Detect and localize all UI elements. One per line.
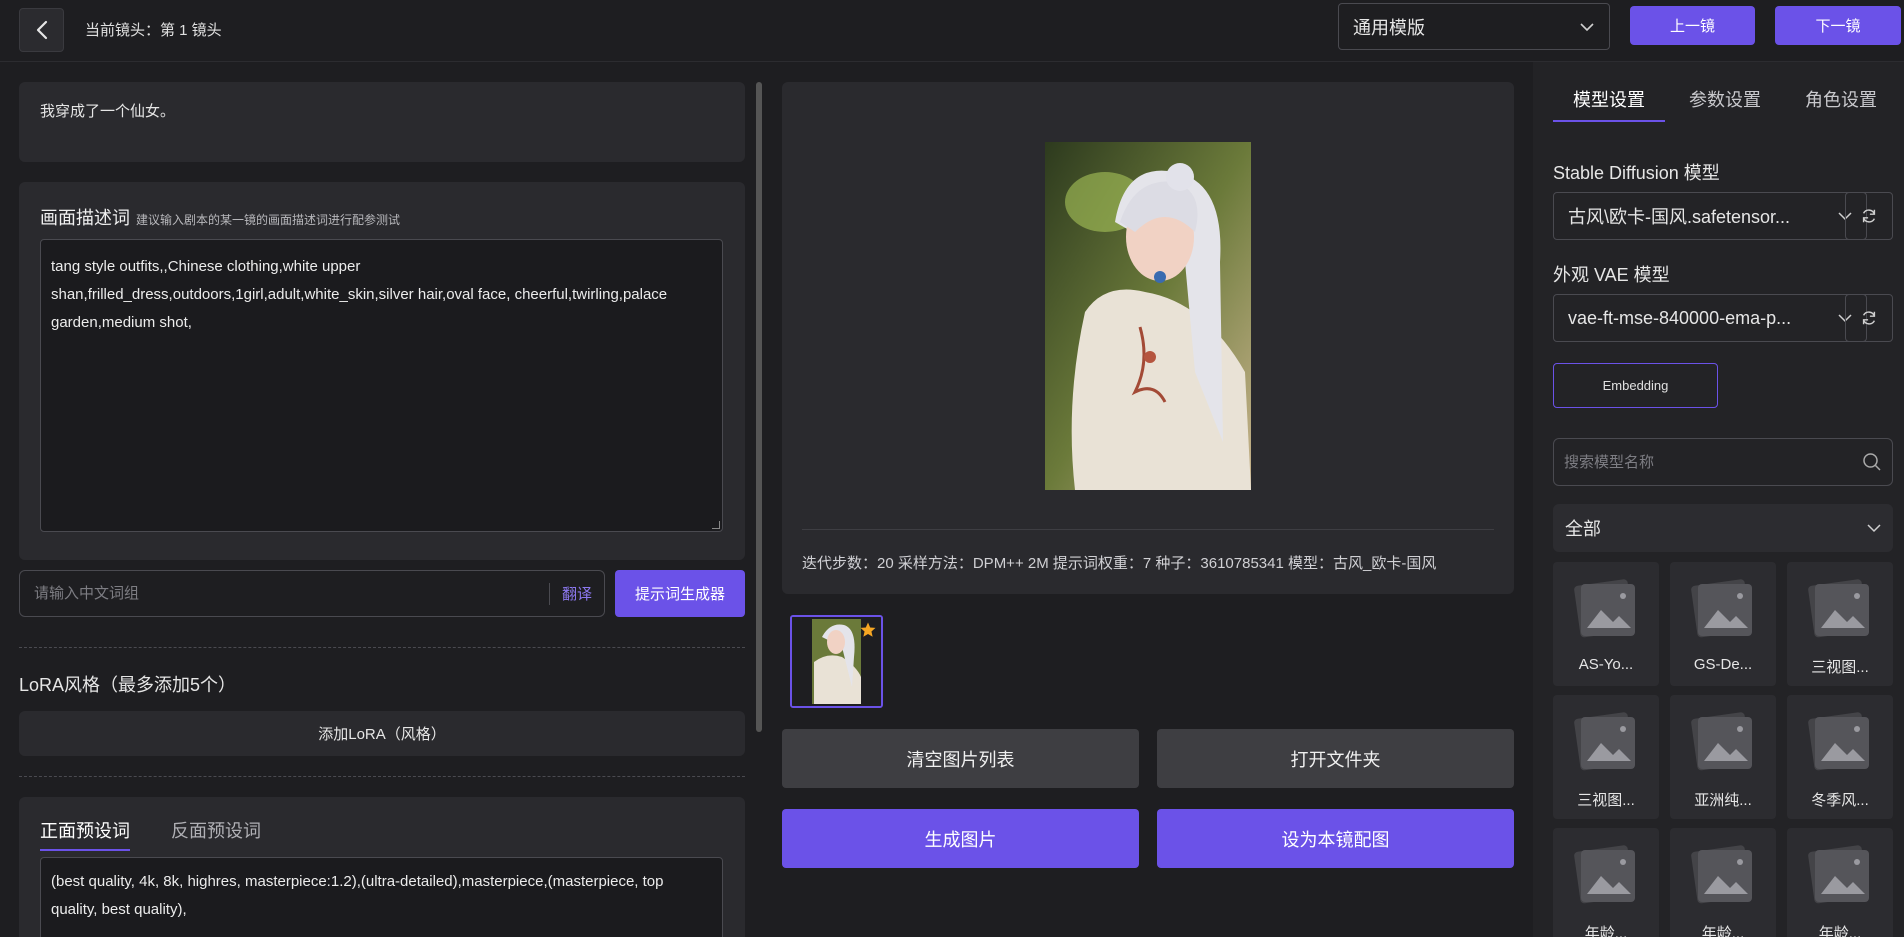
desc-hint: 建议输入剧本的某一镜的画面描述词进行配参测试 xyxy=(136,213,401,227)
prompt-generator-button[interactable]: 提示词生成器 xyxy=(615,570,745,617)
preview-card: 迭代步数：20 采样方法：DPM++ 2M 提示词权重：7 种子：3610785… xyxy=(782,82,1514,594)
model-name: 冬季风... xyxy=(1811,792,1869,809)
scene-description-textarea[interactable]: tang style outfits,,Chinese clothing,whi… xyxy=(40,239,723,532)
add-lora-button[interactable]: 添加LoRA（风格） xyxy=(19,711,745,756)
model-card[interactable]: 年龄... xyxy=(1787,828,1893,937)
model-card[interactable]: 三视图... xyxy=(1553,695,1659,819)
story-text[interactable]: 我穿成了一个仙女。 xyxy=(19,82,745,162)
refresh-vae-model-button[interactable] xyxy=(1845,294,1893,342)
resize-handle[interactable] xyxy=(712,521,720,529)
model-card[interactable]: GS-De... xyxy=(1670,562,1776,686)
scene-description-card: 画面描述词 建议输入剧本的某一镜的画面描述词进行配参测试 tang style o… xyxy=(19,182,745,560)
image-placeholder-icon xyxy=(1691,845,1752,904)
chevron-down-icon xyxy=(1867,523,1881,532)
chinese-phrase-input[interactable] xyxy=(20,571,549,616)
model-name: AS-Yo... xyxy=(1578,656,1634,673)
sd-model-select[interactable]: 古风\欧卡-国风.safetensor... xyxy=(1553,192,1867,240)
open-folder-button[interactable]: 打开文件夹 xyxy=(1157,729,1514,788)
model-card[interactable]: 年龄... xyxy=(1670,828,1776,937)
vae-model-label: 外观 VAE 模型 xyxy=(1553,265,1670,285)
image-placeholder-icon xyxy=(1691,712,1752,771)
model-category-value: 全部 xyxy=(1565,519,1601,539)
image-placeholder-icon xyxy=(1574,712,1635,771)
generate-image-button[interactable]: 生成图片 xyxy=(782,809,1139,868)
generation-params: 迭代步数：20 采样方法：DPM++ 2M 提示词权重：7 种子：3610785… xyxy=(802,555,1437,572)
model-name: GS-De... xyxy=(1693,656,1753,673)
model-name: 年龄... xyxy=(1701,925,1745,937)
image-placeholder-icon xyxy=(1808,712,1869,771)
tab-positive-preset[interactable]: 正面预设词 xyxy=(40,817,130,851)
model-search xyxy=(1553,438,1893,486)
refresh-icon xyxy=(1862,209,1876,223)
model-name: 年龄... xyxy=(1818,925,1862,937)
lora-title: LoRA风格（最多添加5个） xyxy=(19,675,237,695)
tab-character-settings[interactable]: 角色设置 xyxy=(1805,86,1877,120)
next-shot-button[interactable]: 下一镜 xyxy=(1775,6,1901,45)
model-name: 三视图... xyxy=(1577,792,1635,809)
thumbnail-item[interactable] xyxy=(790,615,883,708)
divider xyxy=(19,647,745,648)
model-category-select[interactable]: 全部 xyxy=(1553,504,1893,552)
image-placeholder-icon xyxy=(1691,579,1752,638)
desc-title-label: 画面描述词 xyxy=(40,208,130,228)
divider xyxy=(19,776,745,777)
set-shot-image-button[interactable]: 设为本镜配图 xyxy=(1157,809,1514,868)
model-card[interactable]: 冬季风... xyxy=(1787,695,1893,819)
chevron-left-icon xyxy=(36,20,47,40)
embedding-button[interactable]: Embedding xyxy=(1553,363,1718,408)
preview-image[interactable] xyxy=(1045,142,1251,490)
prev-shot-button[interactable]: 上一镜 xyxy=(1630,6,1755,45)
refresh-sd-model-button[interactable] xyxy=(1845,192,1893,240)
image-placeholder-icon xyxy=(1808,579,1869,638)
refresh-icon xyxy=(1862,311,1876,325)
sd-model-label: Stable Diffusion 模型 xyxy=(1553,163,1720,183)
image-placeholder-icon xyxy=(1574,579,1635,638)
top-bar: 当前镜头：第 1 镜头 通用模版 上一镜 下一镜 xyxy=(0,0,1904,62)
vae-model-value: vae-ft-mse-840000-ema-p... xyxy=(1568,307,1792,328)
star-icon[interactable] xyxy=(859,621,877,639)
model-name: 亚洲纯... xyxy=(1694,792,1752,809)
sd-model-value: 古风\欧卡-国风.safetensor... xyxy=(1568,207,1791,227)
search-icon[interactable] xyxy=(1862,452,1882,472)
scene-description-text: tang style outfits,,Chinese clothing,whi… xyxy=(51,258,668,331)
preset-textarea[interactable]: (best quality, 4k, 8k, highres, masterpi… xyxy=(40,857,723,937)
shot-title: 当前镜头：第 1 镜头 xyxy=(85,22,222,39)
model-card[interactable]: AS-Yo... xyxy=(1553,562,1659,686)
template-select-value: 通用模版 xyxy=(1353,17,1425,38)
template-select[interactable]: 通用模版 xyxy=(1338,3,1610,50)
model-card[interactable]: 年龄... xyxy=(1553,828,1659,937)
preset-card: 正面预设词 反面预设词 (best quality, 4k, 8k, highr… xyxy=(19,797,745,937)
model-card[interactable]: 三视图... xyxy=(1787,562,1893,686)
left-scrollbar[interactable] xyxy=(756,82,762,732)
chinese-phrase-input-group: 翻译 xyxy=(19,570,605,617)
back-button[interactable] xyxy=(19,8,64,52)
chevron-down-icon xyxy=(1580,22,1594,31)
tab-negative-preset[interactable]: 反面预设词 xyxy=(171,817,261,849)
model-search-input[interactable] xyxy=(1564,453,1862,471)
model-name: 年龄... xyxy=(1584,925,1628,937)
divider xyxy=(802,529,1494,530)
translate-button[interactable]: 翻译 xyxy=(548,582,604,605)
preset-text: (best quality, 4k, 8k, highres, masterpi… xyxy=(51,873,664,918)
clear-image-list-button[interactable]: 清空图片列表 xyxy=(782,729,1139,788)
vae-model-select[interactable]: vae-ft-mse-840000-ema-p... xyxy=(1553,294,1867,342)
desc-title: 画面描述词 建议输入剧本的某一镜的画面描述词进行配参测试 xyxy=(40,204,400,230)
model-card[interactable]: 亚洲纯... xyxy=(1670,695,1776,819)
tab-parameter-settings[interactable]: 参数设置 xyxy=(1689,86,1761,120)
model-name: 三视图... xyxy=(1811,659,1869,676)
tab-model-settings[interactable]: 模型设置 xyxy=(1553,86,1665,122)
image-placeholder-icon xyxy=(1574,845,1635,904)
image-placeholder-icon xyxy=(1808,845,1869,904)
